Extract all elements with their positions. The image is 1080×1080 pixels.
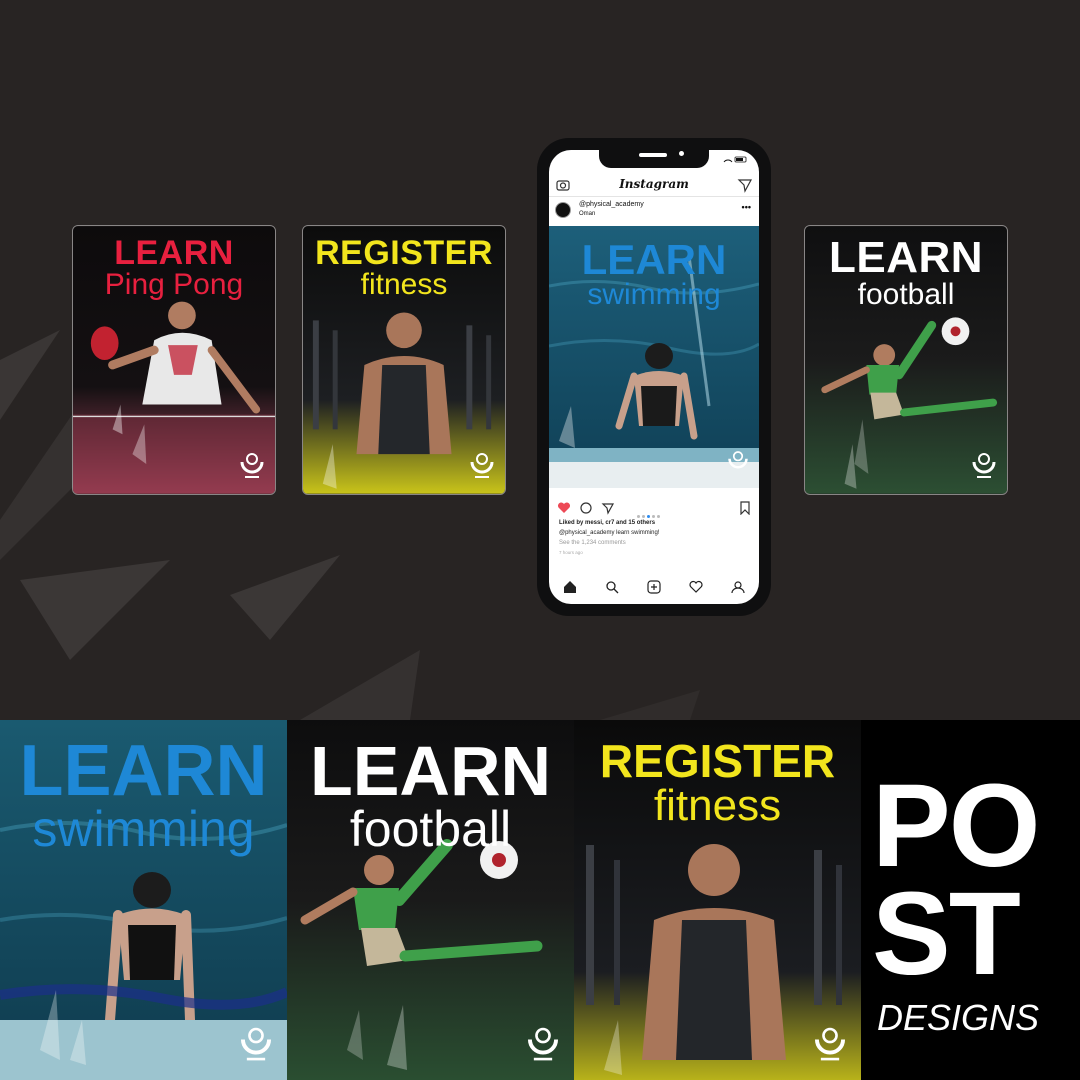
post-card-football[interactable]: LEARN football	[804, 225, 1008, 495]
pingpong-title: LEARN	[114, 234, 234, 272]
headline-title-line1: PO	[872, 760, 1041, 892]
academy-logo	[728, 451, 748, 469]
academy-logo	[240, 1027, 272, 1061]
pingpong-subtitle: Ping Pong	[104, 268, 244, 301]
fitness-subtitle: fitness	[360, 268, 448, 301]
comment-icon[interactable]	[579, 501, 593, 515]
post-actions	[549, 498, 759, 518]
football-subtitle: football	[857, 278, 955, 311]
panel-football-title: LEARN	[309, 732, 552, 810]
instagram-header: Instagram	[549, 174, 759, 197]
bookmark-icon[interactable]	[739, 501, 751, 515]
football-title: LEARN	[828, 233, 984, 282]
phone-notch	[599, 150, 709, 168]
panel-swimming-title: LEARN	[19, 731, 268, 811]
send-icon[interactable]	[737, 177, 753, 193]
instagram-logo: Instagram	[619, 177, 689, 191]
headline-title-line2: ST	[872, 868, 1021, 1000]
phone-screen: Instagram @physical_academy Oman ••• LEA…	[549, 150, 759, 604]
phone-mockup: Instagram @physical_academy Oman ••• LEA…	[537, 138, 771, 616]
profile-icon[interactable]	[731, 580, 745, 594]
more-options-icon[interactable]: •••	[742, 202, 751, 212]
academy-logo	[240, 453, 264, 478]
panel-fitness-title: REGISTER	[599, 735, 836, 787]
share-icon[interactable]	[601, 501, 615, 515]
academy-logo	[972, 453, 996, 478]
avatar[interactable]	[555, 202, 571, 218]
home-icon[interactable]	[563, 580, 577, 594]
panel-swimming-subtitle: swimming	[32, 801, 255, 857]
post-image[interactable]: LEARN swimming	[549, 226, 759, 488]
add-icon[interactable]	[647, 580, 661, 594]
headline-subtitle: DESIGNS	[877, 997, 1040, 1038]
swimming-subtitle: swimming	[587, 278, 721, 311]
post-card-fitness[interactable]: REGISTER fitness	[302, 225, 506, 495]
post-card-pingpong[interactable]: LEARN Ping Pong	[72, 225, 276, 495]
status-icons	[723, 156, 749, 165]
post-header: @physical_academy Oman •••	[549, 198, 759, 224]
fitness-title: REGISTER	[315, 234, 493, 272]
swimming-title: LEARN	[581, 236, 727, 283]
academy-logo	[527, 1027, 559, 1061]
panel-swimming[interactable]: LEARN swimming	[0, 720, 287, 1080]
post-username[interactable]: @physical_academy	[579, 201, 644, 208]
heart-icon[interactable]	[557, 501, 571, 515]
post-timestamp: 7 hours ago	[559, 550, 583, 555]
caption-text: @physical_academy learn swimming!	[559, 530, 660, 536]
post-location[interactable]: Oman	[579, 211, 595, 217]
comments-link[interactable]: See the 1,234 comments	[559, 540, 626, 546]
panel-fitness[interactable]: REGISTER fitness	[574, 720, 861, 1080]
bottom-navigation	[549, 574, 759, 604]
academy-logo	[470, 453, 494, 478]
panel-football-subtitle: football	[349, 801, 512, 857]
headline-title: PO ST	[872, 760, 1072, 1000]
academy-logo	[814, 1027, 846, 1061]
activity-icon[interactable]	[689, 580, 703, 594]
panel-football[interactable]: LEARN football	[287, 720, 574, 1080]
search-icon[interactable]	[605, 580, 619, 594]
likes-text[interactable]: Liked by messi, cr7 and 15 others	[559, 520, 655, 526]
panel-fitness-subtitle: fitness	[653, 781, 782, 830]
